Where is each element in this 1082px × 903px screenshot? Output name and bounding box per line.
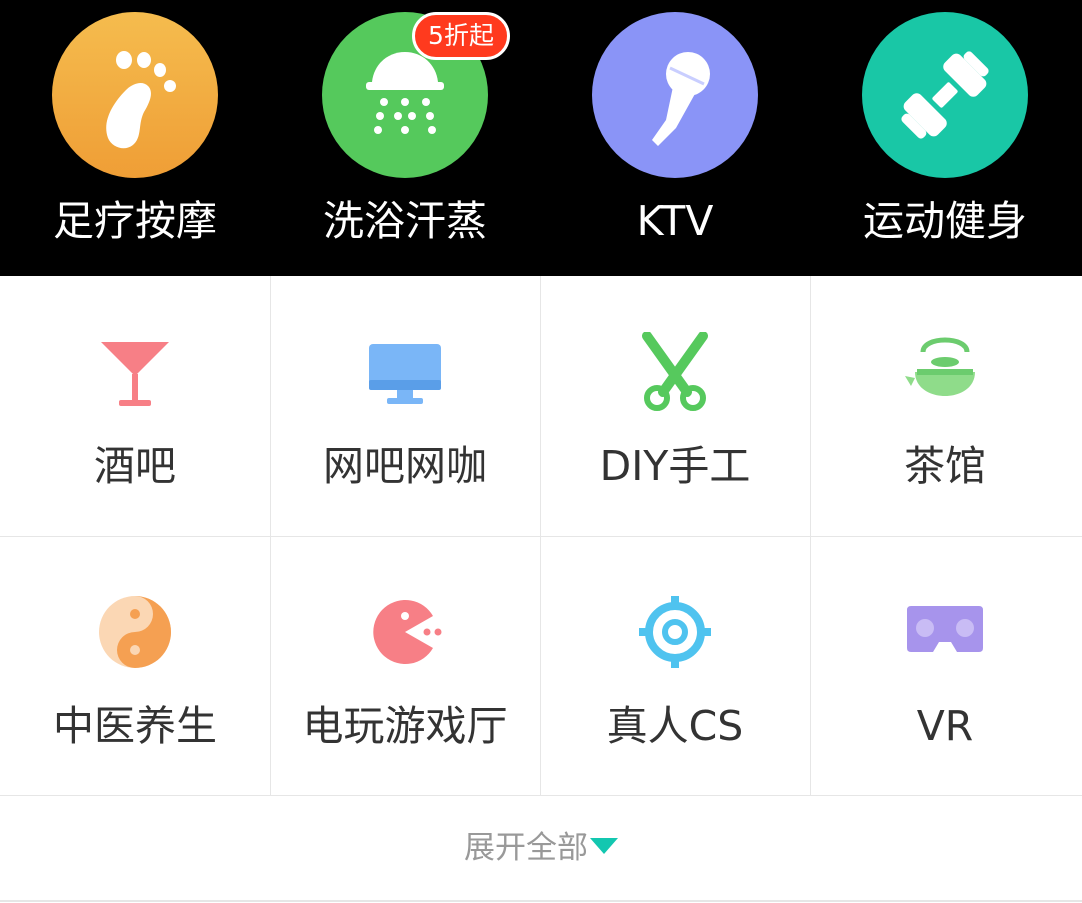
discount-badge: 5折起 [412, 12, 510, 60]
category-bar[interactable]: 酒吧 [0, 276, 270, 536]
category-arcade[interactable]: 电玩游戏厅 [270, 536, 540, 796]
category-label: 洗浴汗蒸 [323, 197, 487, 245]
category-ktv[interactable]: KTV [540, 0, 810, 276]
category-label: KTV [636, 197, 714, 245]
category-label: 酒吧 [94, 442, 176, 490]
category-internet-cafe[interactable]: 网吧网咖 [270, 276, 540, 536]
category-label: 网吧网咖 [323, 442, 487, 490]
scissors-icon [642, 332, 708, 411]
pacman-icon [373, 600, 442, 664]
expand-all-row: 展开全部 [0, 826, 1082, 870]
category-label: 中医养生 [53, 702, 217, 750]
category-diy[interactable]: DIY手工 [540, 276, 810, 536]
expand-all-button[interactable]: 展开全部 [0, 796, 1082, 902]
category-label: 电玩游戏厅 [302, 702, 508, 750]
category-tcm-wellness[interactable]: 中医养生 [0, 536, 270, 796]
cocktail-icon [101, 342, 169, 406]
category-label: 真人CS [606, 702, 744, 750]
category-laser-tag[interactable]: 真人CS [540, 536, 810, 796]
category-teahouse[interactable]: 茶馆 [810, 276, 1080, 536]
category-label: VR [916, 702, 974, 750]
microphone-icon [592, 12, 758, 178]
monitor-icon [369, 344, 441, 404]
yin-yang-icon [99, 596, 171, 668]
category-vr[interactable]: VR [810, 536, 1080, 796]
category-label: 足疗按摩 [53, 197, 217, 245]
category-label: 运动健身 [863, 197, 1027, 245]
triangle-down-icon [590, 837, 618, 854]
featured-categories: 足疗按摩 洗浴汗蒸 5折起 KTV 运动健身 [0, 0, 1082, 276]
divider [0, 900, 1082, 902]
category-grid: 酒吧 网吧网咖 DIY手工 茶馆 中医养生 电玩游戏厅 真人CS VR [0, 276, 1082, 796]
category-label: DIY手工 [599, 442, 751, 490]
teapot-icon [905, 337, 975, 396]
crosshair-icon [639, 596, 711, 668]
category-fitness[interactable]: 运动健身 [810, 0, 1080, 276]
dumbbell-icon [862, 12, 1028, 178]
category-label: 茶馆 [904, 442, 986, 490]
foot-icon [52, 12, 218, 178]
vr-headset-icon [907, 606, 983, 652]
category-foot-massage[interactable]: 足疗按摩 [0, 0, 270, 276]
expand-all-label: 展开全部 [464, 830, 588, 866]
